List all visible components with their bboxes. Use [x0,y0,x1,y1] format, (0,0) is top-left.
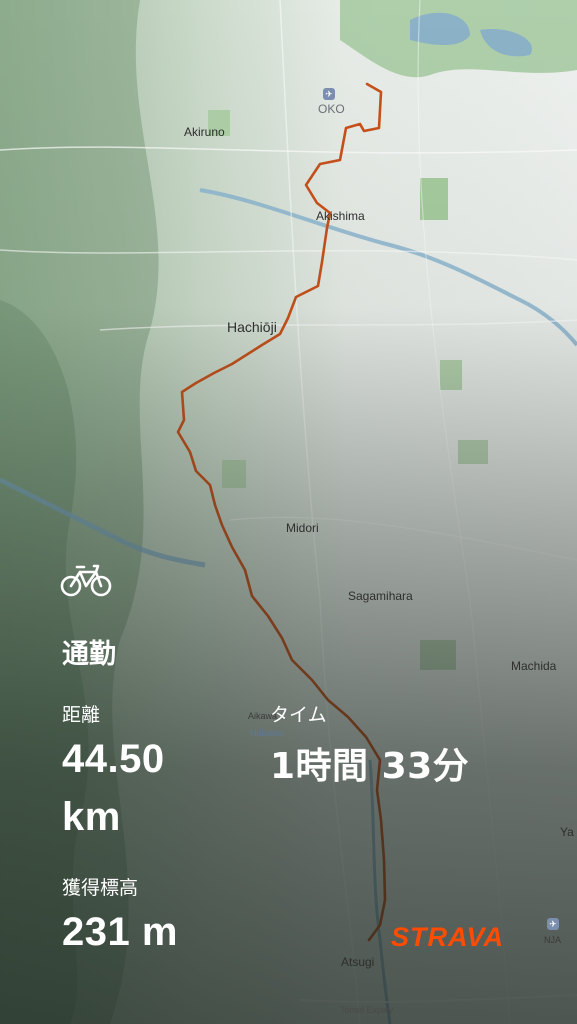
place-label-akiruno: Akiruno [184,125,225,139]
activity-share-card: ✈ OKO Akiruno Akishima Hachiōji Midori S… [0,0,577,1024]
place-label-oko: OKO [318,102,345,116]
place-label-atsugi: Atsugi [341,955,375,969]
place-label-machida: Machida [511,659,557,673]
place-label-ya: Ya [560,825,574,839]
activity-title: 通勤 [62,639,116,670]
strava-logo: STRAVA [391,922,504,952]
place-label-midori: Midori [286,521,319,535]
map-background [0,0,577,1024]
time-label: タイム [270,704,327,726]
time-value: 1時間 33分 [270,746,470,787]
distance-unit: km [62,795,121,839]
place-label-nja: NJA [544,935,562,945]
elevation-value: 231 m [62,910,178,954]
bike-icon [60,564,112,597]
elevation-label: 獲得標高 [62,877,139,899]
distance-label: 距離 [62,704,101,726]
distance-value: 44.50 [62,737,165,781]
place-label-akishima: Akishima [316,209,365,223]
airport-icon: ✈ [323,88,335,100]
place-label-sagamihara: Sagamihara [348,589,413,603]
airport-icon: ✈ [547,918,559,930]
place-label-tomei: Tomei Expwy [340,1005,394,1015]
place-label-hachioji: Hachiōji [227,319,277,335]
